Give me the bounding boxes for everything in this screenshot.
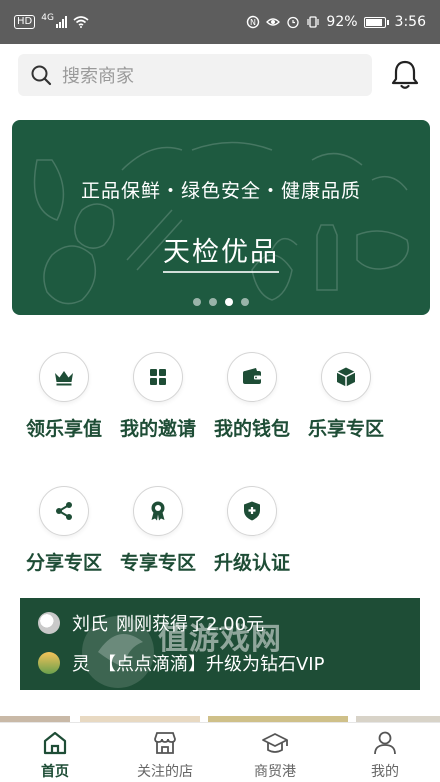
menu-label: 我的邀请 [119,418,196,440]
nfc-icon: N [247,15,260,29]
eye-icon [266,18,281,26]
menu-item-points[interactable]: 领乐享值 [17,352,111,441]
tab-trade-port[interactable]: 商贸港 [220,723,330,782]
signal-icon [55,16,67,28]
store-icon [154,732,176,754]
quick-menu-row-1: 领乐享值 我的邀请 我的钱包 乐享专区 [0,352,440,441]
menu-item-invites[interactable]: 我的邀请 [111,352,205,441]
grid-icon [133,352,183,402]
tab-label: 关注的店 [137,764,193,780]
notice-name: 灵 [72,654,90,675]
banner-slogan: 正品保鲜・绿色安全・健康品质 [80,180,361,202]
carousel-dot[interactable] [241,298,249,306]
promo-banner[interactable]: 正品保鲜・绿色安全・健康品质 天检优品 [12,120,430,315]
menu-label: 分享专区 [25,552,102,574]
menu-item-share-zone[interactable]: 分享专区 [17,486,111,575]
status-bar: HD 4G N 92% 3:56 [0,0,440,44]
menu-label: 我的钱包 [213,418,290,440]
tab-home[interactable]: 首页 [0,723,110,782]
food-doodles-illustration [33,141,409,305]
avatar [38,652,60,674]
banner-title-text: 天检优品 [163,237,279,273]
badge-icon [133,486,183,536]
watermark-text: 值游戏网 [158,622,282,657]
alarm-icon [287,16,300,29]
user-icon [374,731,396,755]
clock: 3:56 [394,14,426,30]
crown-icon [39,352,89,402]
network-type: 4G [41,13,54,23]
status-right: N 92% 3:56 [246,14,426,30]
tab-label: 商贸港 [254,764,296,780]
tab-mine[interactable]: 我的 [330,723,440,782]
search-icon [31,65,52,86]
carousel-dots [12,298,430,306]
menu-item-wallet[interactable]: 我的钱包 [205,352,299,441]
menu-label: 乐享专区 [307,418,384,440]
bell-icon[interactable] [388,58,422,92]
banner-title: 天检优品 [12,230,430,273]
tab-followed-stores[interactable]: 关注的店 [110,723,220,782]
tab-label: 我的 [371,764,399,780]
menu-item-enjoy-zone[interactable]: 乐享专区 [299,352,393,441]
battery-percent: 92% [326,14,358,30]
tab-label: 首页 [41,764,69,780]
bottom-tab-bar: 首页 关注的店 商贸港 我的 [0,722,440,782]
carousel-dot[interactable] [193,298,201,306]
home-icon [43,731,67,755]
shield-plus-icon [227,486,277,536]
search-placeholder: 搜索商家 [62,66,134,87]
search-header: 搜索商家 [0,44,440,108]
svg-text:N: N [250,18,256,27]
menu-label: 升级认证 [213,552,290,574]
carousel-dot-active[interactable] [225,298,233,306]
vibrate-icon [307,16,320,28]
cube-icon [321,352,371,402]
notice-name: 刘氏 [72,614,108,635]
carousel-dot[interactable] [209,298,217,306]
menu-label: 领乐享值 [25,418,102,440]
wifi-icon [73,16,89,28]
graduation-icon [262,733,288,753]
menu-item-upgrade-verify[interactable]: 升级认证 [205,486,299,575]
battery-icon [363,16,389,28]
hd-badge: HD [14,15,36,29]
share-icon [39,486,89,536]
menu-item-exclusive-zone[interactable]: 专享专区 [111,486,205,575]
wallet-icon [227,352,277,402]
menu-label: 专享专区 [119,552,196,574]
status-left: HD 4G [14,13,89,29]
quick-menu-row-2: 分享专区 专享专区 升级认证 [0,486,440,575]
avatar [38,612,60,634]
search-input[interactable]: 搜索商家 [18,54,372,96]
